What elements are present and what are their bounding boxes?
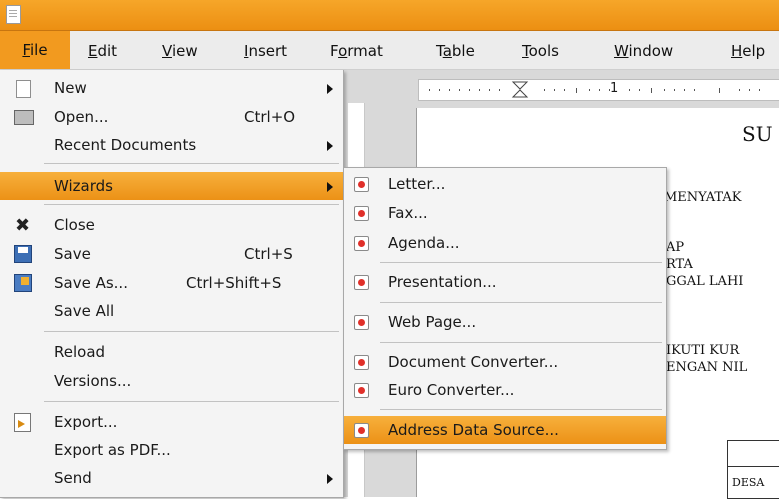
menu-item-reload[interactable]: Reload (0, 338, 343, 366)
menu-insert[interactable]: Insert (244, 40, 287, 62)
wizard-icon (354, 206, 369, 221)
wizard-icon (354, 236, 369, 251)
menu-item-fax[interactable]: Fax... (344, 199, 666, 227)
menu-separator (44, 401, 339, 402)
menu-item-presentation[interactable]: Presentation... (344, 268, 666, 296)
menu-separator (44, 163, 339, 164)
wizard-icon (354, 275, 369, 290)
menu-separator (380, 409, 662, 410)
menu-item-new[interactable]: New (0, 74, 343, 102)
doc-table (727, 440, 779, 499)
menu-item-label: Wizards (54, 177, 113, 195)
submenu-arrow-icon (327, 182, 333, 192)
menu-item-save-as[interactable]: Save As... Ctrl+Shift+S (0, 269, 343, 297)
document-icon[interactable] (6, 5, 21, 24)
menu-item-label: Versions... (54, 372, 132, 390)
wizard-icon (354, 423, 369, 438)
menu-item-label: Recent Documents (54, 136, 197, 154)
wizard-icon (354, 177, 369, 192)
wizard-icon (354, 383, 369, 398)
menu-item-label: Export as PDF... (54, 441, 171, 459)
doc-heading: SU (742, 122, 773, 146)
menu-table[interactable]: Table (436, 40, 475, 62)
title-bar (0, 0, 779, 31)
doc-line: ENGAN NIL (666, 360, 748, 375)
new-document-icon (16, 80, 31, 98)
menu-item-label: Export... (54, 413, 118, 431)
menu-item-recent-documents[interactable]: Recent Documents (0, 131, 343, 159)
menu-item-versions[interactable]: Versions... (0, 367, 343, 395)
menu-item-send[interactable]: Send (0, 464, 343, 492)
horizontal-ruler[interactable]: 1 (418, 79, 779, 101)
menu-item-wizards[interactable]: Wizards (0, 172, 343, 200)
wizards-submenu: Letter... Fax... Agenda... Presentation.… (343, 167, 667, 450)
doc-line: RTA (666, 257, 693, 272)
menu-item-address-data-source[interactable]: Address Data Source... (344, 416, 666, 444)
menu-edit[interactable]: Edit (88, 40, 117, 62)
open-folder-icon (14, 110, 34, 125)
menu-item-shortcut: Ctrl+Shift+S (186, 274, 282, 292)
menu-item-label: Save As... (54, 274, 128, 292)
menu-separator (380, 342, 662, 343)
menu-item-export[interactable]: Export... (0, 408, 343, 436)
save-icon (14, 245, 32, 263)
menu-item-close[interactable]: ✖ Close (0, 211, 343, 239)
menu-item-open[interactable]: Open... Ctrl+O (0, 103, 343, 131)
doc-table-cell: DESA (732, 476, 765, 489)
doc-line: MENYATAK (664, 190, 742, 205)
wizard-icon (354, 315, 369, 330)
menu-item-export-pdf[interactable]: Export as PDF... (0, 436, 343, 464)
menu-format[interactable]: Format (330, 40, 383, 62)
submenu-arrow-icon (327, 141, 333, 151)
menu-file[interactable]: File (0, 31, 70, 69)
menu-item-label: Presentation... (388, 273, 497, 291)
menu-item-label: Save All (54, 302, 115, 320)
menu-item-letter[interactable]: Letter... (344, 170, 666, 198)
menu-item-web-page[interactable]: Web Page... (344, 308, 666, 336)
menu-help[interactable]: Help (731, 40, 765, 62)
menu-item-label: Fax... (388, 204, 428, 222)
menu-item-save-all[interactable]: Save All (0, 297, 343, 325)
menu-item-label: Address Data Source... (388, 421, 559, 439)
export-icon (14, 413, 31, 432)
menu-separator (380, 302, 662, 303)
menu-item-label: Send (54, 469, 92, 487)
menu-separator (44, 204, 339, 205)
menu-item-label: Save (54, 245, 91, 263)
doc-table-rule (727, 466, 779, 467)
menu-item-label: Agenda... (388, 234, 460, 252)
menu-item-label: New (54, 79, 87, 97)
menu-item-save[interactable]: Save Ctrl+S (0, 240, 343, 268)
menu-item-label: Open... (54, 108, 109, 126)
menu-item-label: Close (54, 216, 95, 234)
menu-item-label: Letter... (388, 175, 446, 193)
ruler-mark: 1 (610, 81, 619, 96)
menu-item-label: Reload (54, 343, 106, 361)
menu-item-document-converter[interactable]: Document Converter... (344, 348, 666, 376)
menu-window[interactable]: Window (614, 40, 673, 62)
file-menu: New Open... Ctrl+O Recent Documents Wiza… (0, 70, 344, 498)
menu-item-shortcut: Ctrl+O (244, 108, 296, 126)
menu-item-agenda[interactable]: Agenda... (344, 229, 666, 257)
doc-line: AP (666, 240, 685, 255)
menu-item-label: Web Page... (388, 313, 477, 331)
menu-tools[interactable]: Tools (522, 40, 559, 62)
menu-separator (380, 262, 662, 263)
menu-item-euro-converter[interactable]: Euro Converter... (344, 376, 666, 404)
doc-line: GGAL LAHI (666, 274, 744, 289)
menu-view[interactable]: View (162, 40, 198, 62)
submenu-arrow-icon (327, 474, 333, 484)
submenu-arrow-icon (327, 84, 333, 94)
menu-item-label: Euro Converter... (388, 381, 515, 399)
menu-separator (44, 331, 339, 332)
menu-item-shortcut: Ctrl+S (244, 245, 293, 263)
doc-line: IKUTI KUR (666, 343, 740, 358)
menu-bar: File Edit View Insert Format Table Tools… (0, 31, 779, 70)
wizard-icon (354, 355, 369, 370)
menu-item-label: Document Converter... (388, 353, 559, 371)
close-icon: ✖ (15, 215, 31, 236)
save-as-icon (14, 274, 32, 292)
